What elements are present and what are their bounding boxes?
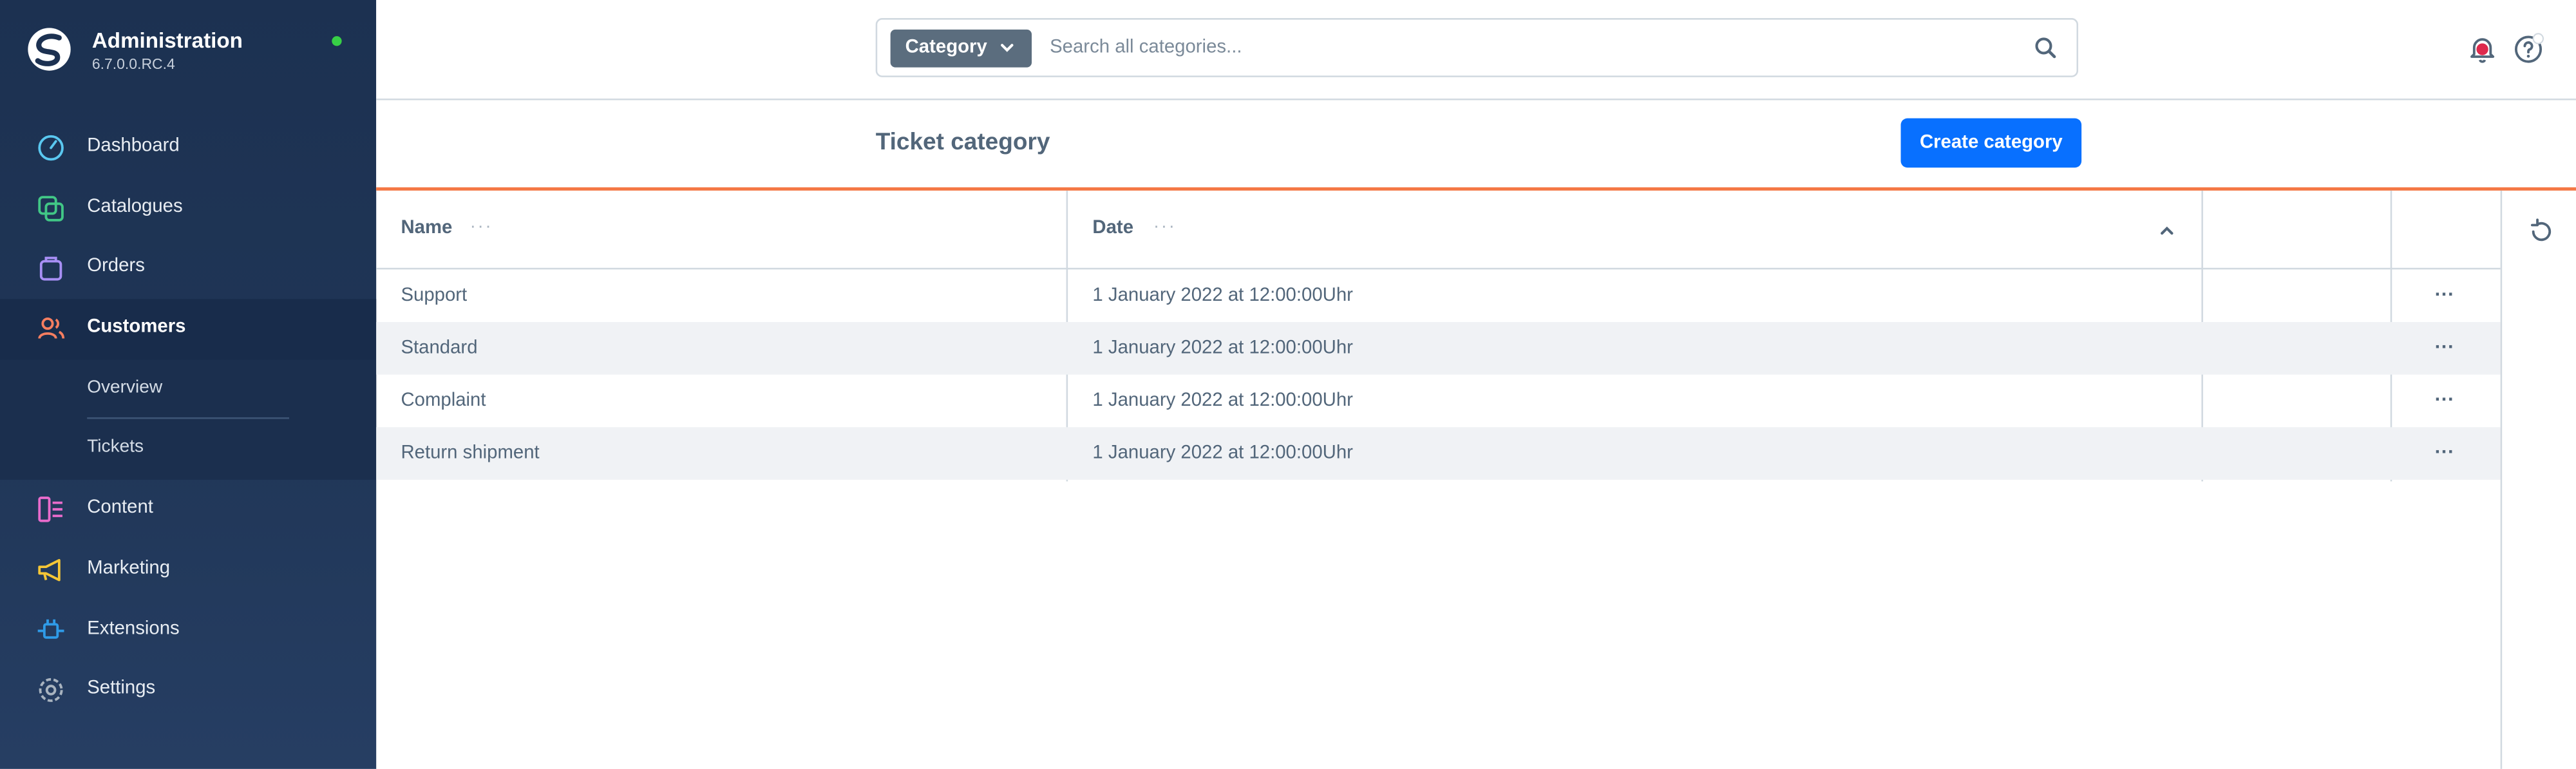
sidebar-subitem-label: Overview (87, 377, 163, 397)
sidebar-item-content[interactable]: Content (0, 480, 376, 540)
sidebar-item-dashboard[interactable]: Dashboard (0, 119, 376, 179)
shopware-logo-icon (28, 28, 71, 71)
sidebar-subitem-label: Tickets (87, 437, 144, 458)
ticket-category-grid: Name ··· Date ··· Support 1 January 2022… (376, 190, 2501, 482)
chevron-down-icon (1001, 44, 1014, 52)
sidebar-item-settings[interactable]: Settings (0, 661, 376, 721)
sidebar-item-label: Orders (87, 256, 145, 277)
help-icon[interactable] (2512, 33, 2545, 66)
sidebar-item-orders[interactable]: Orders (0, 239, 376, 299)
row-actions-button[interactable]: ··· (2435, 335, 2458, 358)
marketing-icon (38, 558, 61, 581)
search-icon[interactable] (2034, 36, 2057, 59)
sort-ascending-icon[interactable] (2159, 223, 2175, 236)
row-actions-button[interactable]: ··· (2435, 441, 2458, 464)
cell-name: Support (401, 285, 468, 306)
brand[interactable]: Administration 6.7.0.0.RC.4 (26, 26, 355, 79)
cell-date: 1 January 2022 at 12:00:00Uhr (1092, 338, 1353, 359)
sidebar-item-label: Customers (87, 317, 186, 337)
sidebar-item-label: Extensions (87, 618, 180, 639)
top-bar: Category Search all categories... (376, 0, 2576, 100)
app-title: Administration (91, 28, 243, 53)
cell-name: Complaint (401, 391, 486, 411)
column-settings-name-button[interactable]: ··· (470, 217, 493, 237)
sidebar-item-catalogues[interactable]: Catalogues (0, 178, 376, 239)
table-row[interactable]: Standard 1 January 2022 at 12:00:00Uhr ·… (376, 322, 2501, 375)
sidebar-item-customers[interactable]: Customers (0, 299, 377, 360)
grid-header-row: Name ··· Date ··· (376, 191, 2501, 270)
sidebar: Administration 6.7.0.0.RC.4 Dashboard Ca… (0, 0, 377, 769)
cell-name: Return shipment (401, 443, 540, 464)
row-actions-button[interactable]: ··· (2435, 388, 2458, 411)
orders-icon (39, 257, 62, 281)
column-settings-date-button[interactable]: ··· (1153, 217, 1177, 237)
table-row[interactable]: Support 1 January 2022 at 12:00:00Uhr ··… (376, 269, 2500, 322)
sidebar-item-label: Catalogues (87, 196, 183, 216)
sidebar-item-label: Settings (87, 679, 156, 699)
cell-date: 1 January 2022 at 12:00:00Uhr (1092, 285, 1353, 306)
table-row[interactable]: Return shipment 1 January 2022 at 12:00:… (376, 427, 2501, 480)
sidebar-subitem-tickets[interactable]: Tickets (0, 420, 376, 480)
row-actions-button[interactable]: ··· (2435, 283, 2458, 306)
search-input[interactable]: Search all categories... (1050, 38, 1242, 58)
search-type-dropdown[interactable]: Category (890, 29, 1032, 68)
extensions-icon (37, 618, 64, 638)
app-version: 6.7.0.0.RC.4 (91, 55, 175, 73)
sidebar-item-label: Dashboard (87, 136, 180, 157)
catalogues-icon (38, 195, 64, 221)
reset-icon[interactable] (2526, 217, 2556, 247)
global-search[interactable]: Category Search all categories... (875, 18, 2079, 77)
status-dot (332, 36, 342, 46)
cell-date: 1 January 2022 at 12:00:00Uhr (1092, 391, 1353, 411)
content-icon (38, 497, 62, 522)
customers-icon (38, 318, 65, 339)
cell-name: Standard (401, 338, 478, 359)
search-type-label: Category (905, 37, 987, 58)
column-header-name[interactable]: Name (401, 218, 452, 238)
sidebar-item-marketing[interactable]: Marketing (0, 540, 376, 601)
main-navigation: Dashboard Catalogues Orders Customers Ov… (0, 119, 377, 721)
page-header: Ticket category Create category (376, 100, 2576, 191)
create-category-button[interactable]: Create category (1900, 118, 2082, 168)
dashboard-icon (38, 135, 64, 161)
sidebar-item-label: Marketing (87, 558, 171, 578)
settings-icon (39, 678, 63, 703)
sidebar-item-label: Content (87, 498, 153, 518)
notification-bell-icon[interactable] (2466, 33, 2499, 66)
customers-submenu: Overview Tickets (0, 359, 377, 480)
sidebar-item-extensions[interactable]: Extensions (0, 600, 376, 661)
sidebar-subitem-overview[interactable]: Overview (0, 359, 376, 420)
column-header-date[interactable]: Date (1092, 218, 1133, 238)
sidebar-rail-divider (2500, 190, 2503, 769)
cell-date: 1 January 2022 at 12:00:00Uhr (1092, 443, 1353, 464)
table-row[interactable]: Complaint 1 January 2022 at 12:00:00Uhr … (376, 375, 2500, 428)
page-title: Ticket category (875, 129, 1050, 157)
